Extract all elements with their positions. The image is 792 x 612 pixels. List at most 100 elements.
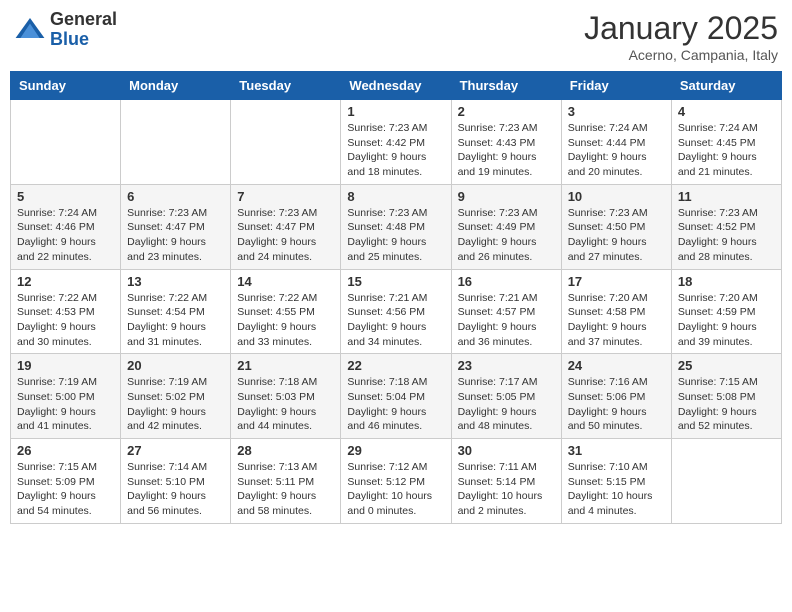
logo: General Blue [14,10,117,50]
month-title: January 2025 [584,10,778,47]
day-number: 14 [237,274,334,289]
calendar-cell: 2 Sunrise: 7:23 AM Sunset: 4:43 PM Daylig… [451,100,561,185]
day-info: Sunrise: 7:15 AM Sunset: 5:09 PM Dayligh… [17,460,114,519]
calendar-cell: 27 Sunrise: 7:14 AM Sunset: 5:10 PM Dayli… [121,439,231,524]
calendar-cell: 18 Sunrise: 7:20 AM Sunset: 4:59 PM Dayli… [671,269,781,354]
logo-general-text: General [50,10,117,30]
calendar-day-header: Tuesday [231,72,341,100]
day-info: Sunrise: 7:19 AM Sunset: 5:00 PM Dayligh… [17,375,114,434]
calendar-table: SundayMondayTuesdayWednesdayThursdayFrid… [10,71,782,524]
calendar-cell: 26 Sunrise: 7:15 AM Sunset: 5:09 PM Dayli… [11,439,121,524]
day-info: Sunrise: 7:24 AM Sunset: 4:46 PM Dayligh… [17,206,114,265]
calendar-cell: 6Sunrise: 7:23 AM Sunset: 4:47 PM Daylig… [121,184,231,269]
day-number: 2 [458,104,555,119]
calendar-cell: 23 Sunrise: 7:17 AM Sunset: 5:05 PM Dayli… [451,354,561,439]
calendar-cell [121,100,231,185]
calendar-week-row: 26 Sunrise: 7:15 AM Sunset: 5:09 PM Dayli… [11,439,782,524]
calendar-cell: 25 Sunrise: 7:15 AM Sunset: 5:08 PM Dayli… [671,354,781,439]
day-number: 9 [458,189,555,204]
day-info: Sunrise: 7:20 AM Sunset: 4:59 PM Dayligh… [678,291,775,350]
calendar-cell: 8 Sunrise: 7:23 AM Sunset: 4:48 PM Daylig… [341,184,451,269]
day-number: 15 [347,274,444,289]
calendar-day-header: Wednesday [341,72,451,100]
calendar-cell: 15Sunrise: 7:21 AM Sunset: 4:56 PM Dayli… [341,269,451,354]
calendar-day-header: Saturday [671,72,781,100]
calendar-cell: 30Sunrise: 7:11 AM Sunset: 5:14 PM Dayli… [451,439,561,524]
day-info: Sunrise: 7:23 AM Sunset: 4:43 PM Dayligh… [458,121,555,180]
day-info: Sunrise: 7:22 AM Sunset: 4:54 PM Dayligh… [127,291,224,350]
day-number: 11 [678,189,775,204]
logo-icon [14,14,46,46]
day-info: Sunrise: 7:12 AM Sunset: 5:12 PM Dayligh… [347,460,444,519]
calendar-cell: 12Sunrise: 7:22 AM Sunset: 4:53 PM Dayli… [11,269,121,354]
day-info: Sunrise: 7:10 AM Sunset: 5:15 PM Dayligh… [568,460,665,519]
calendar-cell: 9 Sunrise: 7:23 AM Sunset: 4:49 PM Daylig… [451,184,561,269]
day-info: Sunrise: 7:14 AM Sunset: 5:10 PM Dayligh… [127,460,224,519]
calendar-cell: 21 Sunrise: 7:18 AM Sunset: 5:03 PM Dayli… [231,354,341,439]
day-info: Sunrise: 7:21 AM Sunset: 4:57 PM Dayligh… [458,291,555,350]
day-number: 25 [678,358,775,373]
day-info: Sunrise: 7:15 AM Sunset: 5:08 PM Dayligh… [678,375,775,434]
day-number: 31 [568,443,665,458]
day-info: Sunrise: 7:20 AM Sunset: 4:58 PM Dayligh… [568,291,665,350]
calendar-cell [671,439,781,524]
calendar-cell: 28Sunrise: 7:13 AM Sunset: 5:11 PM Dayli… [231,439,341,524]
calendar-week-row: 12Sunrise: 7:22 AM Sunset: 4:53 PM Dayli… [11,269,782,354]
day-info: Sunrise: 7:23 AM Sunset: 4:47 PM Dayligh… [237,206,334,265]
calendar-cell [231,100,341,185]
calendar-cell: 3Sunrise: 7:24 AM Sunset: 4:44 PM Daylig… [561,100,671,185]
day-info: Sunrise: 7:23 AM Sunset: 4:52 PM Dayligh… [678,206,775,265]
title-block: January 2025 Acerno, Campania, Italy [584,10,778,63]
calendar-cell: 17 Sunrise: 7:20 AM Sunset: 4:58 PM Dayli… [561,269,671,354]
day-number: 10 [568,189,665,204]
day-number: 1 [347,104,444,119]
calendar-cell: 16 Sunrise: 7:21 AM Sunset: 4:57 PM Dayli… [451,269,561,354]
day-info: Sunrise: 7:23 AM Sunset: 4:47 PM Dayligh… [127,206,224,265]
day-info: Sunrise: 7:11 AM Sunset: 5:14 PM Dayligh… [458,460,555,519]
day-info: Sunrise: 7:22 AM Sunset: 4:53 PM Dayligh… [17,291,114,350]
calendar-day-header: Friday [561,72,671,100]
logo-blue-text: Blue [50,30,117,50]
calendar-cell: 22 Sunrise: 7:18 AM Sunset: 5:04 PM Dayli… [341,354,451,439]
day-number: 7 [237,189,334,204]
day-number: 16 [458,274,555,289]
calendar-cell: 11 Sunrise: 7:23 AM Sunset: 4:52 PM Dayli… [671,184,781,269]
calendar-cell: 19 Sunrise: 7:19 AM Sunset: 5:00 PM Dayli… [11,354,121,439]
page-header: General Blue January 2025 Acerno, Campan… [10,10,782,63]
calendar-cell [11,100,121,185]
day-number: 20 [127,358,224,373]
day-number: 17 [568,274,665,289]
day-info: Sunrise: 7:22 AM Sunset: 4:55 PM Dayligh… [237,291,334,350]
location-text: Acerno, Campania, Italy [584,47,778,63]
calendar-day-header: Monday [121,72,231,100]
day-number: 18 [678,274,775,289]
day-info: Sunrise: 7:18 AM Sunset: 5:04 PM Dayligh… [347,375,444,434]
day-number: 26 [17,443,114,458]
calendar-cell: 1 Sunrise: 7:23 AM Sunset: 4:42 PM Daylig… [341,100,451,185]
day-number: 4 [678,104,775,119]
calendar-cell: 24Sunrise: 7:16 AM Sunset: 5:06 PM Dayli… [561,354,671,439]
day-number: 22 [347,358,444,373]
day-number: 19 [17,358,114,373]
day-number: 8 [347,189,444,204]
calendar-cell: 10 Sunrise: 7:23 AM Sunset: 4:50 PM Dayli… [561,184,671,269]
calendar-cell: 13 Sunrise: 7:22 AM Sunset: 4:54 PM Dayli… [121,269,231,354]
calendar-day-header: Thursday [451,72,561,100]
day-number: 23 [458,358,555,373]
calendar-cell: 7 Sunrise: 7:23 AM Sunset: 4:47 PM Daylig… [231,184,341,269]
day-info: Sunrise: 7:23 AM Sunset: 4:50 PM Dayligh… [568,206,665,265]
day-number: 13 [127,274,224,289]
day-info: Sunrise: 7:23 AM Sunset: 4:48 PM Dayligh… [347,206,444,265]
calendar-week-row: 1 Sunrise: 7:23 AM Sunset: 4:42 PM Daylig… [11,100,782,185]
day-number: 3 [568,104,665,119]
day-info: Sunrise: 7:18 AM Sunset: 5:03 PM Dayligh… [237,375,334,434]
day-info: Sunrise: 7:23 AM Sunset: 4:42 PM Dayligh… [347,121,444,180]
day-info: Sunrise: 7:17 AM Sunset: 5:05 PM Dayligh… [458,375,555,434]
day-number: 21 [237,358,334,373]
day-info: Sunrise: 7:24 AM Sunset: 4:45 PM Dayligh… [678,121,775,180]
day-info: Sunrise: 7:23 AM Sunset: 4:49 PM Dayligh… [458,206,555,265]
day-number: 27 [127,443,224,458]
calendar-cell: 14 Sunrise: 7:22 AM Sunset: 4:55 PM Dayli… [231,269,341,354]
calendar-cell: 31 Sunrise: 7:10 AM Sunset: 5:15 PM Dayli… [561,439,671,524]
calendar-week-row: 5Sunrise: 7:24 AM Sunset: 4:46 PM Daylig… [11,184,782,269]
